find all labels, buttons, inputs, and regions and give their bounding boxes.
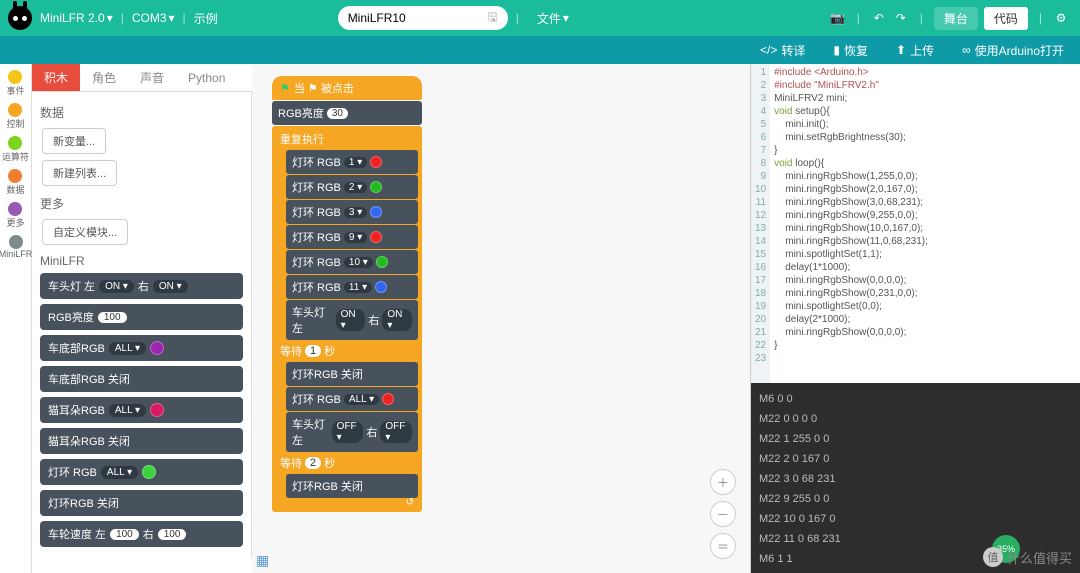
zoom-controls: ＋ － ＝: [710, 469, 736, 559]
file-menu[interactable]: 文件: [537, 10, 561, 27]
zoom-out-button[interactable]: －: [710, 501, 736, 527]
upload-button[interactable]: ⬆ 上传: [896, 42, 934, 59]
extension-icon[interactable]: ▦: [256, 552, 269, 569]
color-swatch[interactable]: [150, 341, 164, 355]
code-tab[interactable]: 代码: [984, 7, 1028, 30]
wait-block[interactable]: 等待1秒: [276, 341, 418, 361]
console-line: M22 11 0 68 231: [759, 529, 1072, 549]
settings-icon[interactable]: ⚙: [1050, 11, 1072, 25]
example-menu[interactable]: 示例: [194, 10, 218, 27]
color-swatch[interactable]: [150, 403, 164, 417]
serial-console[interactable]: M6 0 0M22 0 0 0 0M22 1 255 0 0M22 2 0 16…: [751, 383, 1080, 573]
progress-badge: 35%: [992, 535, 1020, 563]
open-arduino-button[interactable]: ∞ 使用Arduino打开: [962, 42, 1064, 59]
tab-Python[interactable]: Python: [176, 64, 237, 91]
zoom-in-button[interactable]: ＋: [710, 469, 736, 495]
block-ring-rgb-off[interactable]: 灯环RGB 关闭: [40, 490, 243, 516]
script-stack[interactable]: ⚑当 ⚑ 被点击 RGB亮度30 重复执行 灯环 RGB1 ▾灯环 RGB2 ▾…: [272, 76, 422, 512]
block-bottom-rgb[interactable]: 车底部RGBALL ▾: [40, 335, 243, 361]
category-更多[interactable]: 更多: [6, 202, 24, 229]
block-brightness[interactable]: RGB亮度30: [272, 101, 422, 125]
redo-icon[interactable]: ↷: [890, 11, 912, 25]
section-data: 数据: [40, 104, 243, 121]
topbar: MiniLFR 2.0▾ | COM3▾ | 示例 🖫 | 文件▾ 📷 | ↶ …: [0, 0, 1080, 36]
restore-button[interactable]: ▮恢复: [833, 42, 868, 59]
block-ring-all[interactable]: 灯环 RGBALL ▾: [286, 387, 418, 411]
category-MiniLFR[interactable]: MiniLFR: [0, 235, 32, 259]
editor-tabs: 积木角色声音Python: [32, 64, 252, 92]
block-ring-off[interactable]: 灯环RGB 关闭: [286, 362, 418, 386]
block-ring-rgb[interactable]: 灯环 RGB2 ▾: [286, 175, 418, 199]
block-headlight[interactable]: 车头灯 左ON ▾右ON ▾: [40, 273, 243, 299]
block-ring-rgb[interactable]: 灯环 RGB11 ▾: [286, 275, 418, 299]
console-line: M22 2 0 167 0: [759, 449, 1072, 469]
tab-角色[interactable]: 角色: [80, 64, 128, 91]
console-line: M22 9 255 0 0: [759, 489, 1072, 509]
code-editor[interactable]: 1234567891011121314151617181920212223 #i…: [751, 64, 1080, 383]
undo-icon[interactable]: ↶: [868, 11, 890, 25]
category-数据[interactable]: 数据: [6, 169, 24, 196]
category-事件[interactable]: 事件: [6, 70, 24, 97]
wait-block[interactable]: 等待2秒: [276, 453, 418, 473]
zoom-reset-button[interactable]: ＝: [710, 533, 736, 559]
code-text: #include <Arduino.h> #include "MiniLFRV2…: [770, 64, 932, 383]
block-bottom-rgb-off[interactable]: 车底部RGB 关闭: [40, 366, 243, 392]
forever-block[interactable]: 重复执行 灯环 RGB1 ▾灯环 RGB2 ▾灯环 RGB3 ▾灯环 RGB9 …: [272, 126, 422, 512]
category-运算符[interactable]: 运算符: [2, 136, 29, 163]
script-canvas[interactable]: ⚑当 ⚑ 被点击 RGB亮度30 重复执行 灯环 RGB1 ▾灯环 RGB2 ▾…: [252, 64, 750, 573]
new-variable-button[interactable]: 新变量...: [42, 128, 106, 154]
code-toolbar: </> 转译 ▮恢复 ⬆ 上传 ∞ 使用Arduino打开: [0, 36, 1080, 64]
custom-block-button[interactable]: 自定义模块...: [42, 219, 128, 245]
block-ring-rgb[interactable]: 灯环 RGB3 ▾: [286, 200, 418, 224]
camera-icon[interactable]: 📷: [827, 11, 849, 25]
block-ring-rgb[interactable]: 灯环 RGB1 ▾: [286, 150, 418, 174]
port-menu[interactable]: COM3: [132, 11, 167, 25]
block-headlight-on[interactable]: 车头灯 左ON ▾右ON ▾: [286, 300, 418, 340]
color-swatch[interactable]: [142, 465, 156, 479]
console-line: M22 3 0 68 231: [759, 469, 1072, 489]
block-wheel-speed[interactable]: 车轮速度 左100右100: [40, 521, 243, 547]
category-sidebar: 事件控制运算符数据更多 MiniLFR: [0, 64, 32, 573]
block-rgb-brightness[interactable]: RGB亮度100: [40, 304, 243, 330]
translate-button[interactable]: </> 转译: [760, 42, 805, 59]
project-name-input[interactable]: [348, 11, 458, 25]
project-name-field[interactable]: 🖫: [338, 6, 508, 30]
block-headlight-off[interactable]: 车头灯 左OFF ▾右OFF ▾: [286, 412, 418, 452]
console-line: M6 0 0: [759, 389, 1072, 409]
category-控制[interactable]: 控制: [6, 103, 24, 130]
stage-tab[interactable]: 舞台: [934, 7, 978, 30]
app-logo: [8, 6, 32, 30]
block-palette: 数据 新变量... 新建列表... 更多 自定义模块... MiniLFR 车头…: [32, 92, 252, 558]
section-more: 更多: [40, 195, 243, 212]
tab-声音[interactable]: 声音: [128, 64, 176, 91]
block-ear-rgb-off[interactable]: 猫耳朵RGB 关闭: [40, 428, 243, 454]
save-icon[interactable]: 🖫: [487, 8, 497, 29]
block-ring-off[interactable]: 灯环RGB 关闭: [286, 474, 418, 498]
section-minilfr: MiniLFR: [40, 254, 243, 268]
block-ear-rgb[interactable]: 猫耳朵RGBALL ▾: [40, 397, 243, 423]
tab-积木[interactable]: 积木: [32, 64, 80, 91]
flag-icon: ⚑: [280, 82, 290, 95]
line-gutter: 1234567891011121314151617181920212223: [751, 64, 770, 383]
hat-block[interactable]: ⚑当 ⚑ 被点击: [272, 76, 422, 100]
console-line: M22 0 0 0 0: [759, 409, 1072, 429]
block-ring-rgb[interactable]: 灯环 RGBALL ▾: [40, 459, 243, 485]
product-menu[interactable]: MiniLFR 2.0: [40, 11, 105, 25]
console-line: M22 1 255 0 0: [759, 429, 1072, 449]
block-ring-rgb[interactable]: 灯环 RGB9 ▾: [286, 225, 418, 249]
block-ring-rgb[interactable]: 灯环 RGB10 ▾: [286, 250, 418, 274]
new-list-button[interactable]: 新建列表...: [42, 160, 117, 186]
console-line: M22 10 0 167 0: [759, 509, 1072, 529]
code-pane: 1234567891011121314151617181920212223 #i…: [750, 64, 1080, 573]
console-line: M6 1 1: [759, 549, 1072, 569]
